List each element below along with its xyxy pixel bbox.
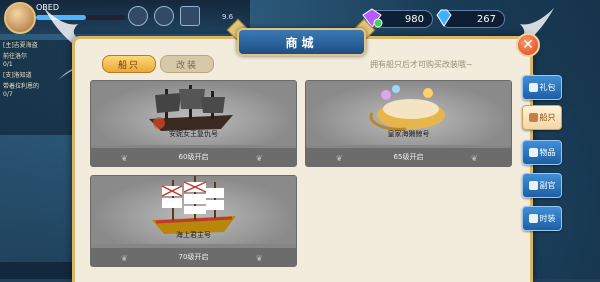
weather-icon[interactable] [128,6,148,26]
gift-icon [528,83,538,92]
side-tab-officer[interactable]: 副官 [522,173,562,198]
blue-gem-counter[interactable]: 267 [436,9,505,28]
ship-card[interactable]: 皇家海獭鲸号 65级开启 ❦ ❦ [305,80,512,167]
ship-card[interactable]: 海上君主号 70级开启 ❦ ❦ [90,175,297,267]
player-hud: OBED 9.6 [0,0,250,34]
ship-name: 皇家海獭鲸号 [387,130,430,138]
leaf-ornament-icon: ❦ [256,154,263,163]
hud-percent: 9.6 [222,13,234,21]
ship-royal-otter-whale-icon [369,85,445,131]
officer-icon [528,181,538,190]
side-tab-items[interactable]: 物品 [522,140,562,165]
side-tab-costume[interactable]: 时装 [522,206,562,231]
ship-queen-anne-icon [149,85,233,131]
page-title: 商城 [237,28,366,56]
tab-ships[interactable]: 船只 [102,55,156,73]
ship-status-icon[interactable] [154,6,174,26]
leaf-ornament-icon: ❦ [121,154,128,163]
ship-card[interactable]: 安妮女王复仇号 60级开启 ❦ ❦ [90,80,297,167]
costume-icon [528,214,538,223]
leaf-ornament-icon: ❦ [256,254,263,263]
item-icon [528,148,538,157]
ship-name: 海上君主号 [176,231,211,239]
purple-gem-counter[interactable]: 980 [362,8,433,28]
leaf-ornament-icon: ❦ [336,154,343,163]
leaf-ornament-icon: ❦ [121,254,128,263]
close-button[interactable]: ✕ [516,33,540,57]
ship-name: 安妮女王复仇号 [169,130,218,138]
tab-modify[interactable]: 改装 [160,55,214,73]
ship-icon [528,113,538,122]
blue-diamond-icon [436,9,452,27]
calendar-icon[interactable] [180,6,200,26]
ship-sovereign-icon [152,176,236,234]
side-tab-gift[interactable]: 礼包 [522,75,562,100]
leaf-ornament-icon: ❦ [471,154,478,163]
quest-item: 带着拉利恩的 0/7 [3,83,40,98]
hint-text: 拥有船只后才可购买改装哦~ [370,60,473,69]
side-tab-ships[interactable]: 船只 [522,105,562,130]
avatar[interactable] [4,2,36,34]
